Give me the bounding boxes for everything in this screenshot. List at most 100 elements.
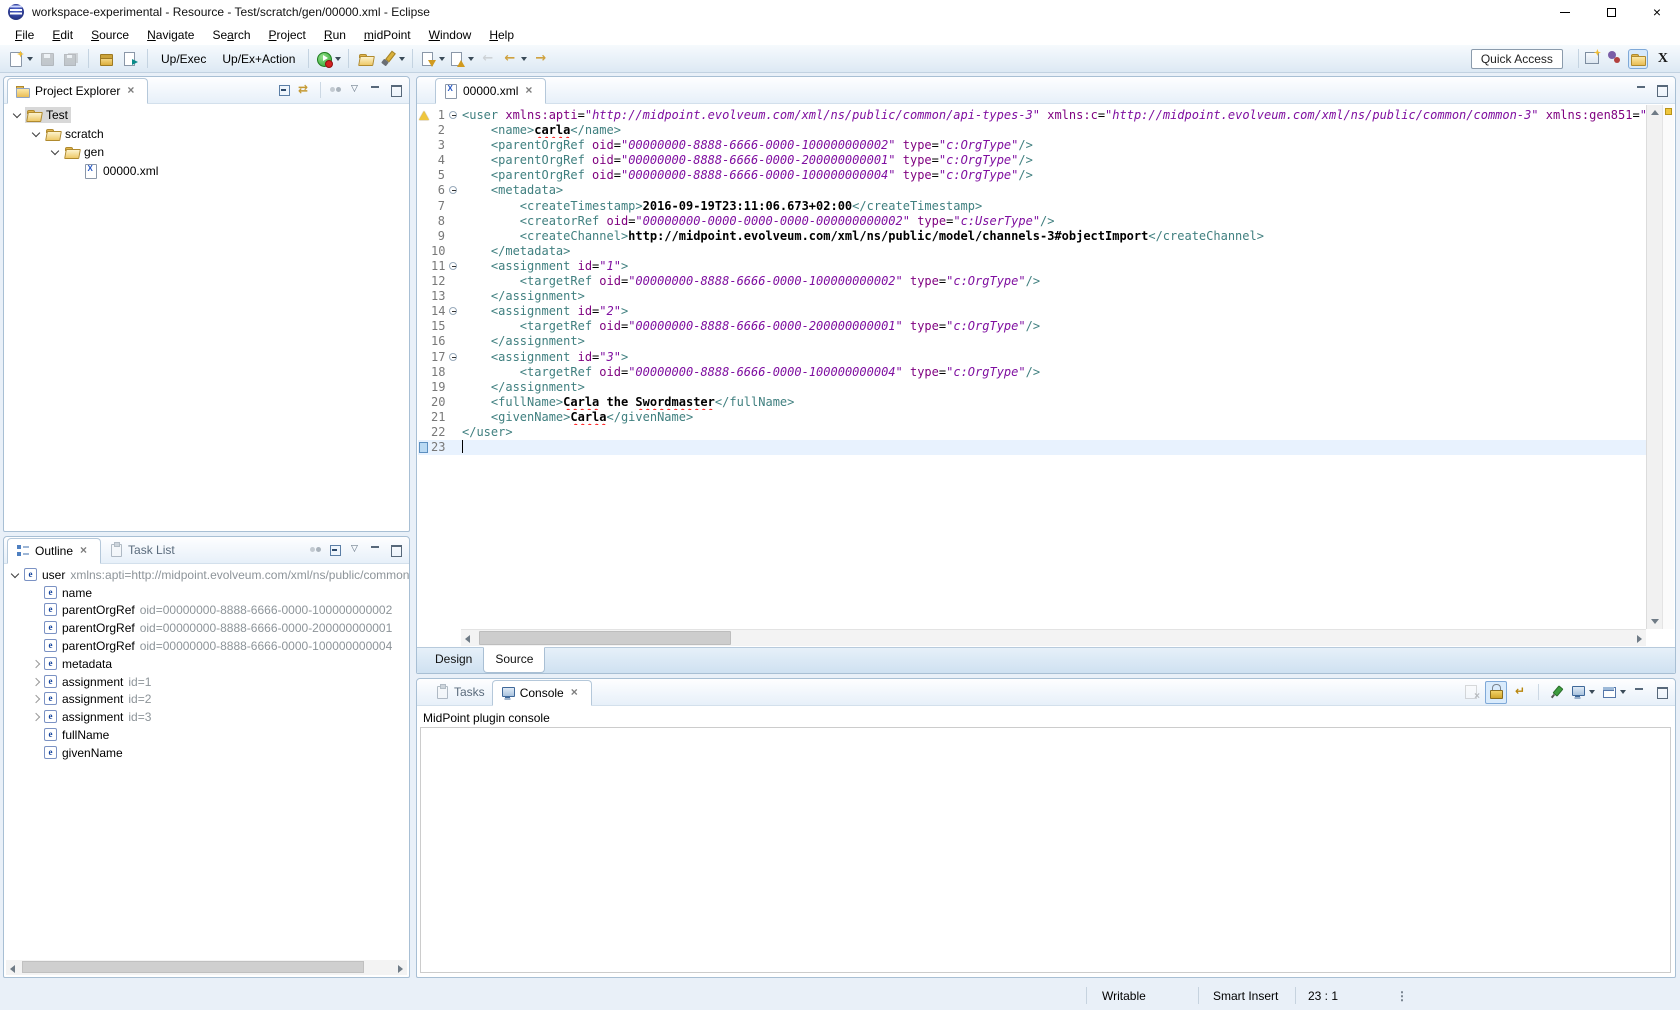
expand-chevron-icon[interactable] <box>28 657 43 671</box>
open-perspective-button[interactable] <box>1584 49 1600 68</box>
warning-icon[interactable] <box>419 111 429 120</box>
java-perspective-button[interactable] <box>1606 49 1622 68</box>
maximize-view-icon[interactable] <box>388 82 404 98</box>
menu-run[interactable]: Run <box>315 26 355 44</box>
editor-line-5[interactable]: 5 <parentOrgRef oid="00000000-8888-6666-… <box>418 168 1646 183</box>
editor-line-19[interactable]: 19 </assignment> <box>418 380 1646 395</box>
open-folder-button[interactable] <box>354 47 378 70</box>
maximize-view-icon[interactable] <box>1654 684 1670 700</box>
editor-line-21[interactable]: 21 <givenName>Carla</givenName> <box>418 410 1646 425</box>
view-menu-icon[interactable] <box>348 542 364 558</box>
up-ex-action-button[interactable]: Up/Ex+Action <box>214 47 303 70</box>
focus-on-task-icon[interactable] <box>308 542 324 558</box>
pin-console-icon[interactable] <box>1548 684 1564 700</box>
editor-line-8[interactable]: 8 <creatorRef oid="00000000-0000-0000-00… <box>418 214 1646 229</box>
close-icon[interactable] <box>568 685 584 701</box>
display-selected-console-button[interactable] <box>1570 684 1595 700</box>
up-exec-button[interactable]: Up/Exec <box>153 47 214 70</box>
tab-outline[interactable]: Outline <box>7 538 101 564</box>
editor-line-1[interactable]: 1<user xmlns:apti="http://midpoint.evolv… <box>418 108 1646 123</box>
editor-line-10[interactable]: 10 </metadata> <box>418 244 1646 259</box>
expand-chevron-icon[interactable] <box>48 145 63 159</box>
close-icon[interactable] <box>77 543 93 559</box>
editor-line-12[interactable]: 12 <targetRef oid="00000000-8888-6666-00… <box>418 274 1646 289</box>
outline-item-metadata[interactable]: metadata <box>4 655 409 673</box>
editor-line-16[interactable]: 16 </assignment> <box>418 334 1646 349</box>
close-icon[interactable] <box>124 83 140 99</box>
editor-line-6[interactable]: 6 <metadata> <box>418 183 1646 198</box>
editor-line-13[interactable]: 13 </assignment> <box>418 289 1646 304</box>
editor-line-20[interactable]: 20 <fullName>Carla the Swordmaster</full… <box>418 395 1646 410</box>
status-overflow-indicator[interactable]: ⋮ <box>1396 989 1408 1003</box>
run-button[interactable] <box>314 47 343 70</box>
forward-button[interactable] <box>529 47 553 70</box>
window-minimize-button[interactable] <box>1542 0 1588 24</box>
menu-navigate[interactable]: Navigate <box>138 26 203 44</box>
minimize-view-icon[interactable] <box>1632 684 1648 700</box>
minimize-view-icon[interactable] <box>368 542 384 558</box>
window-close-button[interactable]: × <box>1634 0 1680 24</box>
tab-source[interactable]: Source <box>483 647 545 673</box>
editor-text-area[interactable]: 1<user xmlns:apti="http://midpoint.evolv… <box>418 105 1646 629</box>
new-wizard-button[interactable] <box>6 47 35 70</box>
close-icon[interactable] <box>522 83 538 99</box>
save-button[interactable] <box>35 47 59 70</box>
upload-file-button[interactable] <box>447 47 476 70</box>
download-file-button[interactable] <box>418 47 447 70</box>
outline-item-parentorgref[interactable]: parentOrgRefoid=00000000-8888-6666-0000-… <box>4 637 409 655</box>
view-menu-icon[interactable] <box>348 82 364 98</box>
maximize-view-icon[interactable] <box>388 542 404 558</box>
fold-collapse-icon[interactable] <box>449 186 457 194</box>
editor-line-3[interactable]: 3 <parentOrgRef oid="00000000-8888-6666-… <box>418 138 1646 153</box>
menu-window[interactable]: Window <box>420 26 481 44</box>
menu-edit[interactable]: Edit <box>43 26 82 44</box>
fold-collapse-icon[interactable] <box>449 353 457 361</box>
window-maximize-button[interactable] <box>1588 0 1634 24</box>
editor-line-4[interactable]: 4 <parentOrgRef oid="00000000-8888-6666-… <box>418 153 1646 168</box>
expand-chevron-icon[interactable] <box>28 692 43 706</box>
outline-item-givenname[interactable]: givenName <box>4 744 409 762</box>
editor-line-18[interactable]: 18 <targetRef oid="00000000-8888-6666-00… <box>418 365 1646 380</box>
minimize-view-icon[interactable] <box>368 82 384 98</box>
tab-task-list[interactable]: Task List <box>101 537 182 563</box>
menu-midpoint[interactable]: midPoint <box>355 26 420 44</box>
collapse-all-icon[interactable] <box>328 542 344 558</box>
link-with-editor-icon[interactable] <box>297 82 313 98</box>
back-history-button[interactable] <box>500 47 529 70</box>
outline-item-assignment[interactable]: assignmentid=3 <box>4 708 409 726</box>
expand-chevron-icon[interactable] <box>10 108 25 122</box>
midpoint-upload-button[interactable] <box>94 47 118 70</box>
outline-item-user[interactable]: userxmlns:apti=http://midpoint.evolveum.… <box>4 566 409 584</box>
menu-source[interactable]: Source <box>82 26 138 44</box>
midpoint-upload-file-button[interactable] <box>118 47 142 70</box>
menu-search[interactable]: Search <box>203 26 259 44</box>
fold-collapse-icon[interactable] <box>449 307 457 315</box>
word-wrap-icon[interactable] <box>1513 684 1529 700</box>
editor-line-9[interactable]: 9 <createChannel>http://midpoint.evolveu… <box>418 229 1646 244</box>
outline-item-parentorgref[interactable]: parentOrgRefoid=00000000-8888-6666-0000-… <box>4 619 409 637</box>
outline-item-name[interactable]: name <box>4 584 409 602</box>
expand-chevron-icon[interactable] <box>28 675 43 689</box>
editor-line-2[interactable]: 2 <name>carla</name> <box>418 123 1646 138</box>
editor-line-17[interactable]: 17 <assignment id="3"> <box>418 350 1646 365</box>
console-text-area[interactable] <box>420 727 1671 973</box>
expand-chevron-icon[interactable] <box>28 710 43 724</box>
xml-perspective-button[interactable]: X <box>1654 51 1672 67</box>
clear-console-icon[interactable] <box>1463 684 1479 700</box>
editor-horizontal-scrollbar[interactable] <box>461 629 1646 646</box>
overview-ruler[interactable] <box>1662 105 1674 629</box>
resource-perspective-button[interactable] <box>1628 49 1648 69</box>
editor-line-7[interactable]: 7 <createTimestamp>2016-09-19T23:11:06.6… <box>418 199 1646 214</box>
editor-line-22[interactable]: 22</user> <box>418 425 1646 440</box>
back-button[interactable] <box>476 47 500 70</box>
outline-item-assignment[interactable]: assignmentid=1 <box>4 673 409 691</box>
minimize-editor-icon[interactable] <box>1634 82 1650 98</box>
tree-item-gen[interactable]: gen <box>4 143 409 162</box>
open-console-button[interactable] <box>1601 684 1626 700</box>
menu-help[interactable]: Help <box>480 26 523 44</box>
paintbrush-button[interactable] <box>378 47 407 70</box>
focus-on-task-icon[interactable] <box>328 82 344 98</box>
expand-chevron-icon[interactable] <box>8 568 23 582</box>
overview-warning-marker[interactable] <box>1665 108 1672 115</box>
editor-vertical-scrollbar[interactable] <box>1646 105 1662 629</box>
